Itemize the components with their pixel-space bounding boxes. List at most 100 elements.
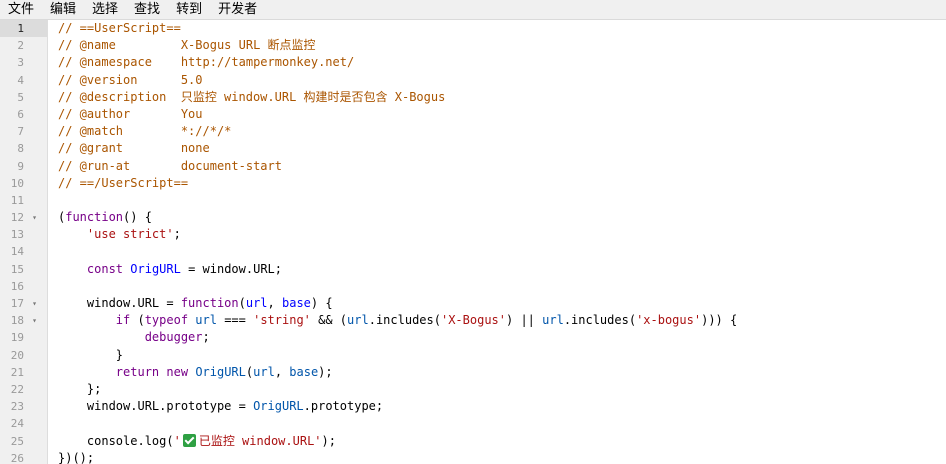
code-line[interactable]: // ==UserScript== (48, 20, 946, 37)
code-token: OrigURL (195, 364, 246, 379)
menu-item-4[interactable]: 转到 (168, 0, 210, 20)
code-token: url (542, 313, 564, 328)
gutter-line[interactable]: 8 (0, 140, 47, 157)
line-number: 1 (17, 22, 24, 35)
code-token: .prototype; (303, 399, 384, 414)
line-number: 14 (10, 245, 24, 259)
code-line[interactable] (48, 415, 946, 432)
code-line[interactable]: 'use strict'; (48, 226, 946, 243)
code-token: .includes( (563, 313, 637, 328)
line-number: 17 (10, 297, 24, 310)
line-number: 10 (10, 176, 24, 190)
code-line[interactable] (48, 192, 946, 209)
code-line[interactable]: })(); (48, 450, 946, 464)
code-token: ' (173, 433, 181, 448)
code-line[interactable]: // @author You (48, 106, 946, 123)
gutter-line[interactable]: 12 ▾ (0, 209, 47, 226)
line-number: 3 (17, 56, 24, 70)
gutter-line[interactable]: 22 (0, 381, 47, 398)
code-area[interactable]: // ==UserScript== // @name X-Bogus URL 断点… (48, 20, 946, 464)
code-line[interactable]: window.URL.prototype = OrigURL.prototype… (48, 398, 946, 415)
code-line[interactable]: // @namespace http://tampermonkey.net/ (48, 54, 946, 71)
line-number: 15 (10, 262, 24, 276)
line-number: 6 (17, 107, 24, 121)
menu-item-1[interactable]: 编辑 (42, 0, 84, 20)
gutter-line[interactable]: 11 (0, 192, 47, 209)
fold-arrow-icon[interactable]: ▾ (32, 209, 37, 226)
code-line[interactable]: return new OrigURL(url, base); (48, 364, 946, 381)
code-line[interactable]: debugger; (48, 329, 946, 346)
code-line[interactable]: }; (48, 381, 946, 398)
gutter-line[interactable]: 25 (0, 433, 47, 450)
code-line[interactable]: // @version 5.0 (48, 72, 946, 89)
code-token: && ( (310, 313, 348, 328)
code-line[interactable]: // @grant none (48, 140, 946, 157)
gutter-line[interactable]: 17 ▾ (0, 295, 47, 312)
code-line[interactable]: // @name X-Bogus URL 断点监控 (48, 37, 946, 54)
code-token: ))) { (701, 313, 738, 328)
menu-item-3[interactable]: 查找 (126, 0, 168, 20)
gutter-line[interactable]: 5 (0, 89, 47, 106)
code-line[interactable]: // @description 只监控 window.URL 构建时是否包含 X… (48, 89, 946, 106)
code-token: 'string' (253, 313, 311, 328)
line-number: 20 (10, 348, 24, 362)
menu-item-2[interactable]: 选择 (84, 0, 126, 20)
fold-arrow-icon[interactable]: ▾ (32, 295, 37, 312)
code-token: OrigURL (253, 399, 304, 414)
code-token: new (166, 364, 189, 379)
gutter-line[interactable]: 2 (0, 37, 47, 54)
code-token: ) { (310, 296, 333, 310)
code-token: window.URL.prototype = (58, 399, 254, 414)
gutter-line[interactable]: 14 (0, 243, 47, 260)
gutter-line[interactable]: 26 (0, 450, 47, 464)
gutter-line[interactable]: 19 (0, 329, 47, 346)
gutter-line[interactable]: 6 (0, 106, 47, 123)
code-token: url (245, 296, 268, 310)
code-line[interactable] (48, 278, 946, 295)
code-line[interactable]: if (typeof url === 'string' && (url.incl… (48, 312, 946, 329)
code-token: // ==/UserScript== (58, 175, 189, 190)
line-number: 5 (17, 90, 24, 104)
gutter-line[interactable]: 24 (0, 415, 47, 432)
gutter-line[interactable]: 21 (0, 364, 47, 381)
gutter-line[interactable]: 10 (0, 175, 47, 192)
code-line[interactable]: const OrigURL = window.URL; (48, 261, 946, 278)
code-token: .includes( (368, 313, 441, 328)
line-number: 13 (10, 228, 24, 242)
gutter-line[interactable]: 4 (0, 72, 47, 89)
gutter-line[interactable]: 9 (0, 158, 47, 175)
gutter-line[interactable]: 16 (0, 278, 47, 295)
menu-item-0[interactable]: 文件 (0, 0, 42, 20)
gutter-line[interactable]: 23 (0, 398, 47, 415)
code-line[interactable]: console.log(' 已监控 window.URL'); (48, 433, 946, 450)
code-token: // @description 只监控 window.URL 构建时是否包含 X… (58, 89, 446, 104)
line-number: 23 (10, 400, 24, 414)
gutter-line[interactable]: 7 (0, 123, 47, 140)
gutter-line[interactable]: 15 (0, 261, 47, 278)
code-editor[interactable]: 1 2 3 4 5 6 7 8 9 10 11 12 ▾ 13 14 15 16 17 ▾ 18 ▾ 19 20 21 22 23… (0, 20, 946, 464)
code-line[interactable]: // @match *://*/* (48, 123, 946, 140)
code-line[interactable]: (function() { (48, 209, 946, 226)
code-line[interactable]: // @run-at document-start (48, 158, 946, 175)
code-token: 'X-Bogus' (440, 313, 506, 328)
fold-arrow-icon[interactable]: ▾ (32, 312, 37, 329)
code-line[interactable] (48, 243, 946, 260)
gutter-line[interactable]: 18 ▾ (0, 312, 47, 329)
code-line[interactable]: window.URL = function(url, base) { (48, 295, 946, 312)
menu-bar: 文件 编辑 选择 查找 转到 开发者 (0, 0, 946, 20)
gutter-line[interactable]: 13 (0, 226, 47, 243)
code-token: return (115, 364, 160, 379)
gutter-line[interactable]: 20 (0, 347, 47, 364)
gutter-line[interactable]: 1 (0, 20, 47, 38)
line-number: 8 (17, 142, 24, 156)
code-token: ) || (506, 313, 543, 328)
code-line[interactable]: } (48, 347, 946, 364)
gutter-line[interactable]: 3 (0, 54, 47, 71)
menu-item-5[interactable]: 开发者 (210, 0, 265, 20)
code-token: OrigURL (130, 261, 181, 276)
code-line[interactable]: // ==/UserScript== (48, 175, 946, 192)
